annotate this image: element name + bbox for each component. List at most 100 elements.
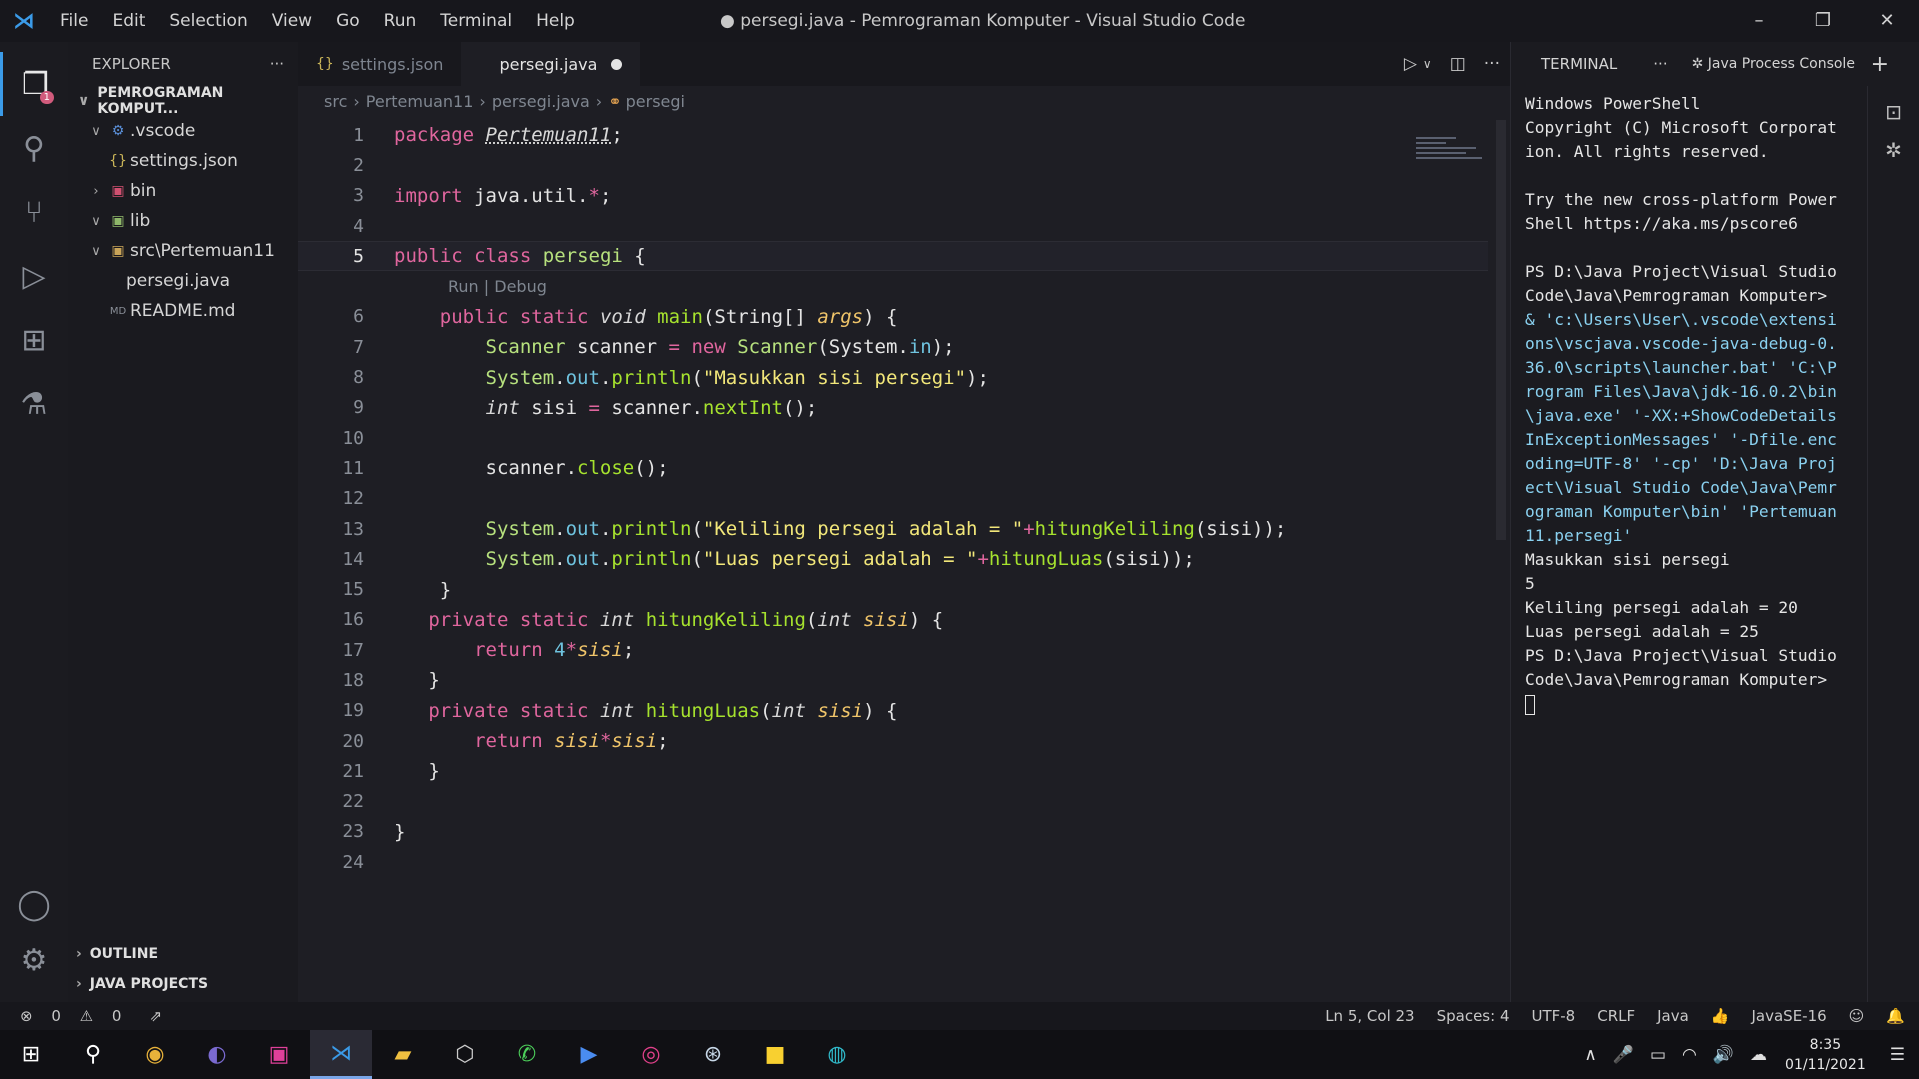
action-center-icon[interactable]: ☰ <box>1890 1045 1905 1065</box>
menu-go[interactable]: Go <box>324 0 372 42</box>
code-line[interactable]: 24 <box>298 847 1488 877</box>
chevron-up-icon[interactable]: ∧ <box>1584 1045 1596 1065</box>
minimize-button[interactable]: – <box>1727 0 1791 42</box>
code-editor[interactable]: 1 package Pertemuan11; 2 3 import java.uti… <box>298 120 1488 877</box>
source-control-icon[interactable]: ⑂ <box>0 180 68 244</box>
extensions-icon[interactable]: ⊞ <box>0 308 68 372</box>
code-line[interactable]: 14 System.out.println("Luas persegi adal… <box>298 544 1488 574</box>
file-explorer-icon[interactable]: ▰ <box>372 1030 434 1079</box>
wifi-icon[interactable]: ◠ <box>1682 1045 1697 1065</box>
testing-icon[interactable]: ⚗ <box>0 372 68 436</box>
code-line[interactable]: 13 System.out.println("Keliling persegi … <box>298 514 1488 544</box>
menu-view[interactable]: View <box>260 0 324 42</box>
search-icon[interactable]: ⚲ <box>0 116 68 180</box>
microphone-icon[interactable]: 🎤 <box>1613 1045 1634 1065</box>
code-line[interactable]: 15 } <box>298 574 1488 604</box>
code-line[interactable]: 16 private static int hitungKeliling(int… <box>298 605 1488 635</box>
new-terminal-button[interactable]: + <box>1871 52 1889 77</box>
file-encoding[interactable]: UTF-8 <box>1531 1007 1575 1025</box>
account-icon[interactable]: ◯ <box>0 872 68 936</box>
whatsapp-icon[interactable]: ✆ <box>496 1030 558 1079</box>
editor-scrollbar[interactable] <box>1496 120 1506 540</box>
problems-indicator[interactable]: ⊗ 0 ⚠ 0 <box>20 1007 135 1025</box>
code-line[interactable]: 18 } <box>298 665 1488 695</box>
clock[interactable]: 8:35 01/11/2021 <box>1785 1035 1866 1075</box>
code-line[interactable]: 20 return sisi*sisi; <box>298 726 1488 756</box>
tab-settings-json[interactable]: {} settings.json <box>298 42 461 86</box>
chevron-down-icon[interactable]: ∨ <box>1423 57 1432 71</box>
menu-terminal[interactable]: Terminal <box>428 0 524 42</box>
code-line[interactable]: 1 package Pertemuan11; <box>298 120 1488 150</box>
explorer-more-button[interactable]: ··· <box>270 55 284 73</box>
menu-edit[interactable]: Edit <box>100 0 157 42</box>
tree-item-bin[interactable]: › ▣ bin <box>68 176 298 206</box>
code-line[interactable]: 23} <box>298 817 1488 847</box>
code-line[interactable]: 8 System.out.println("Masukkan sisi pers… <box>298 362 1488 392</box>
explorer-icon[interactable]: ❐ 1 <box>0 52 68 116</box>
menu-file[interactable]: File <box>48 0 100 42</box>
intellij-icon[interactable]: ▣ <box>248 1030 310 1079</box>
run-debug-icon[interactable]: ▷ <box>0 244 68 308</box>
tree-item-src[interactable]: ∨ ▣ src\Pertemuan11 <box>68 236 298 266</box>
vscode-taskbar-icon[interactable]: ⋊ <box>310 1030 372 1079</box>
thumbs-up-icon[interactable]: 👍 <box>1711 1007 1730 1025</box>
code-line[interactable]: 10 <box>298 423 1488 453</box>
settings-gear-icon[interactable]: ⚙ <box>0 928 68 992</box>
close-button[interactable]: ✕ <box>1855 0 1919 42</box>
language-mode[interactable]: Java <box>1657 1007 1689 1025</box>
live-share-icon[interactable]: ⇗ <box>149 1007 162 1025</box>
notifications-bell-icon[interactable]: 🔔 <box>1886 1007 1905 1025</box>
edge-icon[interactable]: ◍ <box>806 1030 868 1079</box>
debug-console-icon[interactable]: ✲ <box>1868 138 1919 162</box>
project-root[interactable]: ∨ PEMROGRAMAN KOMPUT... <box>68 85 298 117</box>
tree-item-persegi-java[interactable]: persegi.java <box>68 266 298 296</box>
tree-item-readme[interactable]: MD README.md <box>68 296 298 326</box>
restore-button[interactable]: ❐ <box>1791 0 1855 42</box>
code-line[interactable]: 6 public static void main(String[] args)… <box>298 302 1488 332</box>
breadcrumb-class[interactable]: persegi <box>626 92 685 111</box>
cursor-position[interactable]: Ln 5, Col 23 <box>1325 1007 1414 1025</box>
onedrive-icon[interactable]: ☁ <box>1750 1045 1767 1065</box>
menu-help[interactable]: Help <box>524 0 587 42</box>
code-line[interactable]: 17 return 4*sisi; <box>298 635 1488 665</box>
menu-run[interactable]: Run <box>372 0 429 42</box>
code-line[interactable]: 22 <box>298 787 1488 817</box>
instagram-icon[interactable]: ◎ <box>620 1030 682 1079</box>
feedback-icon[interactable]: ☺ <box>1849 1007 1865 1025</box>
sticky-notes-icon[interactable]: ■ <box>744 1030 806 1079</box>
terminal-tab[interactable]: TERMINAL <box>1541 55 1617 73</box>
steam-icon[interactable]: ⊛ <box>682 1030 744 1079</box>
split-editor-icon[interactable]: ◫ <box>1450 54 1466 74</box>
code-line[interactable]: 3 import java.util.*; <box>298 181 1488 211</box>
code-line[interactable]: 12 <box>298 484 1488 514</box>
unsaved-dot-icon[interactable] <box>611 58 623 70</box>
outline-section[interactable]: › OUTLINE <box>68 939 298 969</box>
code-line[interactable]: 9 int sisi = scanner.nextInt(); <box>298 393 1488 423</box>
terminal-shell-icon[interactable]: ⊡ <box>1868 100 1919 124</box>
menu-selection[interactable]: Selection <box>157 0 259 42</box>
breadcrumb-src[interactable]: src <box>324 92 347 111</box>
chrome-icon[interactable]: ◉ <box>124 1030 186 1079</box>
search-icon[interactable]: ⚲ <box>62 1030 124 1079</box>
more-actions-icon[interactable]: ··· <box>1484 54 1500 74</box>
minimap[interactable] <box>1416 137 1486 177</box>
java-projects-section[interactable]: › JAVA PROJECTS <box>68 969 298 999</box>
codelens-run-debug[interactable]: Run | Debug <box>298 271 1488 301</box>
tree-item-vscode[interactable]: ∨ ⚙ .vscode <box>68 116 298 146</box>
terminal-output[interactable]: Windows PowerShell Copyright (C) Microsof… <box>1511 86 1841 716</box>
unity-icon[interactable]: ⬡ <box>434 1030 496 1079</box>
breadcrumb-file[interactable]: persegi.java <box>492 92 590 111</box>
java-runtime[interactable]: JavaSE-16 <box>1751 1007 1826 1025</box>
code-line[interactable]: 7 Scanner scanner = new Scanner(System.i… <box>298 332 1488 362</box>
windows-start-icon[interactable]: ⊞ <box>0 1030 62 1079</box>
code-line-current[interactable]: 5 public class persegi { <box>298 241 1488 272</box>
java-process-console-tab[interactable]: ✲ Java Process Console <box>1692 56 1855 72</box>
line-endings[interactable]: CRLF <box>1597 1007 1635 1025</box>
terminal-more-button[interactable]: ··· <box>1653 55 1667 73</box>
tab-persegi-java[interactable]: persegi.java <box>461 42 641 86</box>
code-line[interactable]: 21 } <box>298 756 1488 786</box>
code-line[interactable]: 11 scanner.close(); <box>298 453 1488 483</box>
indentation[interactable]: Spaces: 4 <box>1437 1007 1510 1025</box>
battery-icon[interactable]: ▭ <box>1650 1045 1666 1065</box>
run-play-icon[interactable]: ▷ <box>1404 54 1417 74</box>
